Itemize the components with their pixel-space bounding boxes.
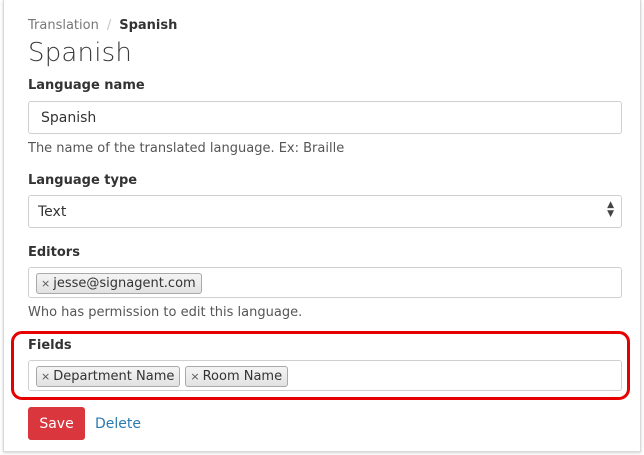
breadcrumb-link-translation[interactable]: Translation xyxy=(28,18,99,33)
editors-help: Who has permission to edit this language… xyxy=(28,305,303,320)
save-button[interactable]: Save xyxy=(28,407,85,440)
language-type-select[interactable]: Text ▲ ▼ xyxy=(28,195,622,228)
editors-label: Editors xyxy=(28,245,80,260)
editor-tag[interactable]: × jesse@signagent.com xyxy=(36,273,202,294)
language-name-input[interactable] xyxy=(41,102,601,133)
page-title: Spanish xyxy=(28,38,133,68)
breadcrumb-separator: / xyxy=(106,18,112,33)
language-name-field[interactable] xyxy=(28,101,622,134)
breadcrumb-current: Spanish xyxy=(119,18,178,33)
language-name-help: The name of the translated language. Ex:… xyxy=(28,141,345,156)
language-type-label: Language type xyxy=(28,173,138,188)
breadcrumb: Translation / Spanish xyxy=(28,18,177,33)
fields-highlight-outline xyxy=(11,331,630,400)
editor-tag-label: jesse@signagent.com xyxy=(53,276,196,291)
remove-tag-icon[interactable]: × xyxy=(41,277,50,290)
delete-link[interactable]: Delete xyxy=(95,416,141,432)
language-name-label: Language name xyxy=(28,78,145,93)
select-arrows-icon: ▲ ▼ xyxy=(607,200,614,219)
language-type-value: Text xyxy=(38,204,67,220)
editors-tag-input[interactable]: × jesse@signagent.com xyxy=(28,267,622,298)
